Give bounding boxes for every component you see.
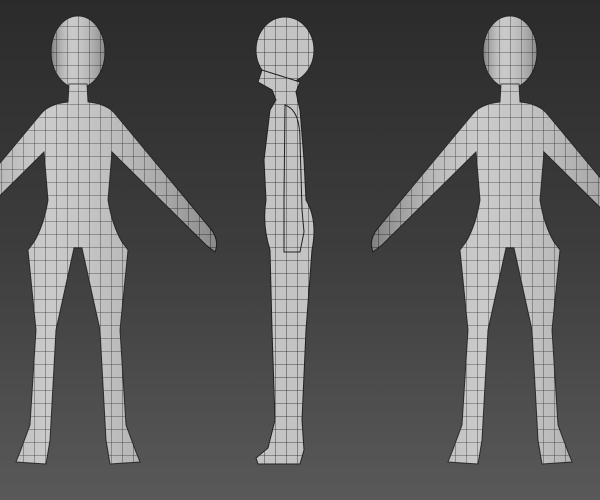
- front-view-figure[interactable]: [0, 15, 218, 465]
- 3d-viewport[interactable]: [0, 0, 600, 500]
- side-view-figure[interactable]: [250, 10, 320, 470]
- back-view-figure[interactable]: [370, 15, 600, 465]
- model-render: [0, 10, 600, 470]
